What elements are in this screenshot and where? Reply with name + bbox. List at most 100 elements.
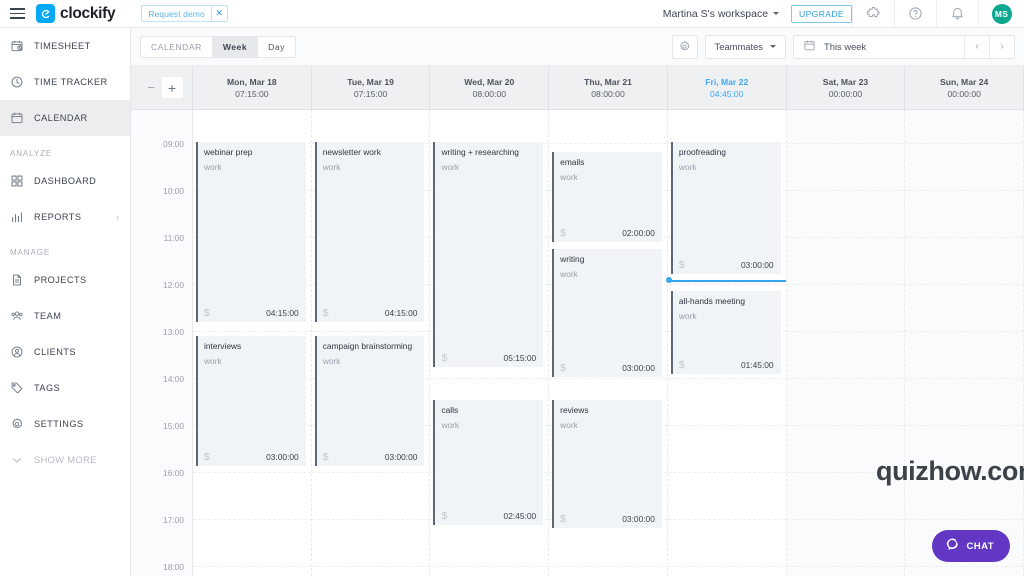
- billable-icon[interactable]: $: [441, 352, 447, 364]
- billable-icon[interactable]: $: [323, 451, 329, 463]
- day-header-1[interactable]: Tue, Mar 19 07:15:00: [312, 66, 431, 109]
- event-title: reviews: [560, 405, 589, 415]
- prev-week-button[interactable]: ‹: [964, 35, 989, 58]
- billable-icon[interactable]: $: [204, 307, 210, 319]
- calendar-event[interactable]: all-hands meeting work $01:45:00: [670, 291, 781, 374]
- sidebar-show-more[interactable]: SHOW MORE: [0, 442, 130, 478]
- hour-gridline: [786, 566, 905, 567]
- sidebar-item-settings[interactable]: SETTINGS: [0, 406, 130, 442]
- sidebar-item-projects[interactable]: PROJECTS: [0, 262, 130, 298]
- billable-icon[interactable]: $: [560, 227, 566, 239]
- calendar-event[interactable]: writing work $03:00:00: [552, 249, 662, 377]
- day-column-4[interactable]: proofreading work $03:00:00 all-hands meeti…: [665, 110, 787, 576]
- calendar-event[interactable]: newsletter work work $04:15:00: [314, 142, 425, 322]
- day-header-4[interactable]: Fri, Mar 22 04:45:00: [668, 66, 787, 109]
- avatar[interactable]: MS: [991, 3, 1012, 24]
- request-demo-chip[interactable]: Request demo ✕: [141, 5, 228, 22]
- day-column-5[interactable]: [786, 110, 906, 576]
- chat-label: CHAT: [966, 540, 994, 552]
- sidebar-item-calendar[interactable]: CALENDAR: [0, 100, 130, 136]
- billable-icon[interactable]: $: [560, 513, 566, 525]
- calendar-grid[interactable]: webinar prep work $04:15:00 interviews work $…: [193, 110, 1024, 576]
- billable-icon[interactable]: $: [679, 259, 685, 271]
- hour-gridline: [549, 566, 667, 567]
- tag-icon: [9, 380, 25, 396]
- hour-gridline: [905, 425, 1024, 426]
- top-bar-right: Martina S's workspace UPGRADE MS: [663, 0, 1024, 28]
- hour-gridline: [667, 378, 786, 379]
- day-total: 00:00:00: [947, 88, 981, 99]
- billable-icon[interactable]: $: [679, 359, 685, 371]
- event-footer: $04:15:00: [317, 307, 425, 319]
- hour-gridline: [549, 378, 667, 379]
- next-week-button[interactable]: ›: [989, 35, 1014, 58]
- bell-icon[interactable]: [936, 0, 978, 28]
- upgrade-button[interactable]: UPGRADE: [791, 4, 852, 23]
- day-column-1[interactable]: newsletter work work $04:15:00 campaign bra…: [311, 110, 431, 576]
- view-tabs: CALENDAR Week Day: [140, 35, 296, 58]
- chevron-down-icon: [773, 12, 780, 15]
- day-header-3[interactable]: Thu, Mar 21 08:00:00: [549, 66, 668, 109]
- clients-icon: [9, 344, 25, 360]
- event-duration: 04:15:00: [266, 308, 299, 318]
- gear-icon: [9, 416, 25, 432]
- workspace-label: Martina S's workspace: [662, 7, 769, 20]
- sidebar-item-time-tracker[interactable]: TIME TRACKER: [0, 64, 130, 100]
- zoom-in-button[interactable]: +: [161, 77, 183, 98]
- sidebar-item-dashboard[interactable]: DASHBOARD: [0, 163, 130, 199]
- calendar-event[interactable]: interviews work $03:00:00: [196, 336, 306, 466]
- team-icon: [9, 308, 25, 324]
- billable-icon[interactable]: $: [204, 451, 210, 463]
- billable-icon[interactable]: $: [441, 510, 447, 522]
- sidebar-item-reports[interactable]: REPORTS ›: [0, 199, 130, 235]
- day-date: Wed, Mar 20: [464, 76, 515, 87]
- tab-day[interactable]: Day: [258, 37, 295, 57]
- day-column-2[interactable]: writing + researching work $05:15:00 calls w…: [430, 110, 550, 576]
- tab-calendar[interactable]: CALENDAR: [141, 36, 213, 57]
- sidebar-item-timesheet[interactable]: TIMESHEET: [0, 28, 130, 64]
- brand-logo[interactable]: clockify: [36, 4, 116, 23]
- workspace-selector[interactable]: Martina S's workspace: [663, 8, 791, 20]
- event-duration: 01:45:00: [740, 360, 774, 370]
- zoom-out-button[interactable]: −: [141, 77, 162, 98]
- event-duration: 04:15:00: [384, 308, 418, 318]
- time-gutter: 09:00 10:00 11:00 12:00 13:00 14:00 15:00 16:00…: [131, 110, 193, 576]
- calendar-event[interactable]: webinar prep work $04:15:00: [196, 142, 306, 322]
- tab-week[interactable]: Week: [212, 36, 259, 57]
- day-column-6[interactable]: [905, 110, 1024, 576]
- hour-gridline: [786, 190, 905, 191]
- sidebar-item-team[interactable]: TEAM: [0, 298, 130, 334]
- close-icon[interactable]: ✕: [212, 6, 227, 21]
- help-icon[interactable]: [894, 0, 936, 28]
- calendar-event[interactable]: proofreading work $03:00:00: [670, 142, 781, 274]
- day-header-0[interactable]: Mon, Mar 18 07:15:00: [193, 66, 312, 109]
- billable-icon[interactable]: $: [323, 307, 329, 319]
- event-duration: 03:00:00: [622, 514, 655, 524]
- chat-button[interactable]: CHAT: [932, 530, 1010, 562]
- hour-label: 11:00: [163, 233, 184, 243]
- hour-gridline: [667, 425, 786, 426]
- sidebar-item-clients[interactable]: CLIENTS: [0, 334, 130, 370]
- day-header-2[interactable]: Wed, Mar 20 08:00:00: [430, 66, 550, 109]
- date-range-picker[interactable]: This week: [794, 36, 964, 58]
- day-header-6[interactable]: Sun, Mar 24 00:00:00: [905, 66, 1024, 109]
- day-column-3[interactable]: emails work $02:00:00 writing work $03:00:00 r…: [549, 110, 668, 576]
- hour-gridline: [311, 331, 430, 332]
- puzzle-icon[interactable]: [852, 0, 894, 28]
- calendar-event[interactable]: calls work $02:45:00: [433, 400, 544, 525]
- clockify-mark-icon: [36, 4, 55, 23]
- calendar-event[interactable]: campaign brainstorming work $03:00:00: [314, 336, 425, 466]
- calendar-event[interactable]: emails work $02:00:00: [552, 152, 662, 242]
- hamburger-icon[interactable]: [0, 8, 34, 19]
- calendar-settings-button[interactable]: [671, 34, 698, 59]
- calendar-event[interactable]: reviews work $03:00:00: [552, 400, 662, 528]
- hour-label: 10:00: [163, 186, 184, 196]
- day-column-0[interactable]: webinar prep work $04:15:00 interviews work $…: [193, 110, 312, 576]
- sidebar-item-label: CALENDAR: [34, 113, 88, 123]
- teammates-dropdown[interactable]: Teammates: [704, 34, 786, 59]
- day-header-5[interactable]: Sat, Mar 23 00:00:00: [787, 66, 906, 109]
- billable-icon[interactable]: $: [560, 362, 566, 374]
- zoom-controls: − +: [131, 66, 193, 109]
- sidebar-item-tags[interactable]: TAGS: [0, 370, 130, 406]
- calendar-event[interactable]: writing + researching work $05:15:00: [433, 142, 544, 367]
